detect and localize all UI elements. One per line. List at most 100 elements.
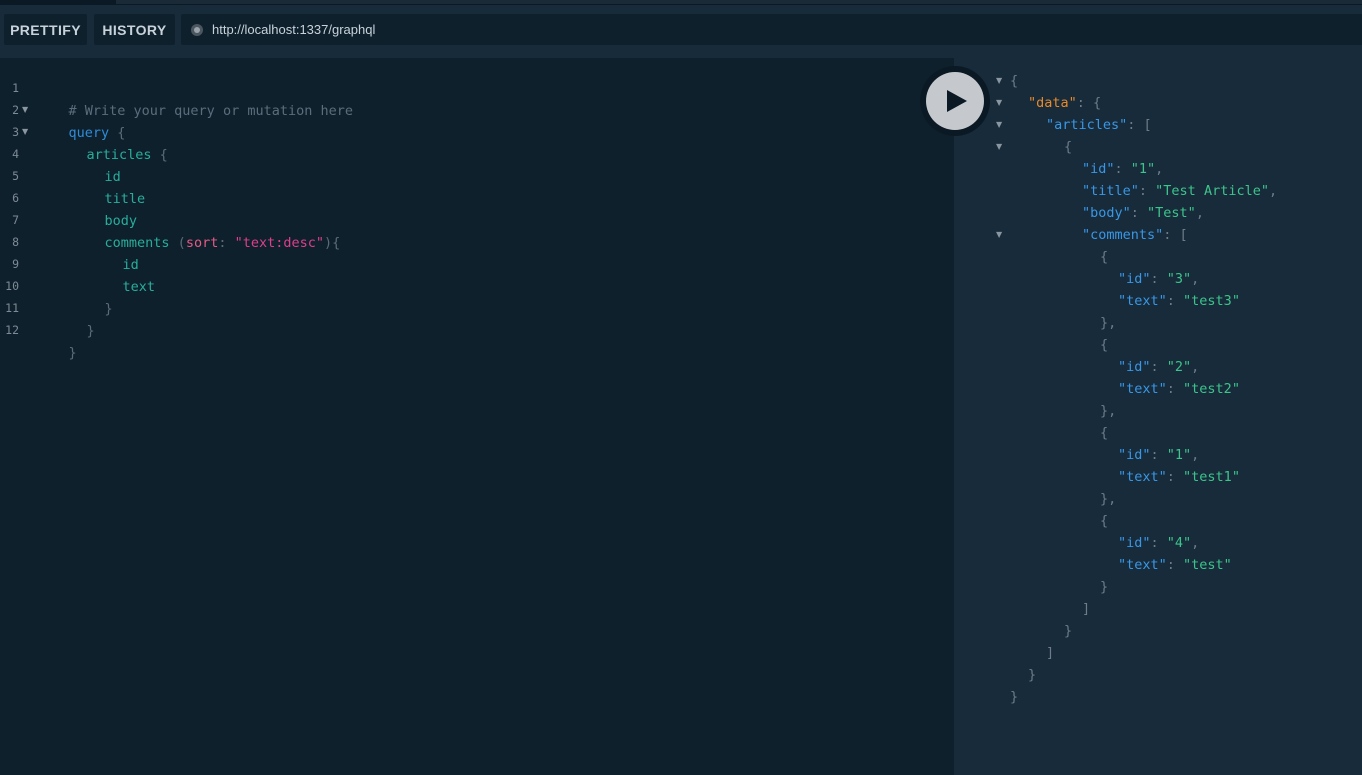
status-dot-icon [191,23,203,36]
json-line: } [1064,620,1072,642]
punctuation: : [218,235,235,251]
json-punct: }, [1100,491,1117,507]
fold-arrow-icon[interactable]: ▼ [996,136,1002,158]
json-punct: }, [1100,315,1117,331]
json-key: "id" [1082,161,1115,177]
json-line: "text": "test2" [1118,378,1240,400]
fold-arrow-icon[interactable]: ▼ [22,121,28,143]
code-line: articles { [54,122,168,163]
json-value: "test" [1183,557,1232,573]
line-number: 12 [5,323,19,337]
json-punct: : [ [1163,227,1188,243]
json-line: "id": "3", [1118,268,1199,290]
json-line: } [1010,686,1018,708]
code-line: comments (sort: "text:desc"){ [72,210,341,251]
code-line: text [90,254,156,295]
json-line: "id": "1", [1118,444,1199,466]
json-value: "1" [1130,161,1156,177]
json-line: "text": "test3" [1118,290,1240,312]
json-punct: , [1191,447,1200,463]
line-number: 8 [12,235,19,249]
json-line: } [1028,664,1036,686]
json-line: { [1100,334,1108,356]
json-key: "id" [1118,447,1151,463]
fold-arrow-icon[interactable]: ▼ [996,224,1002,246]
code-line: title [72,166,146,207]
json-line: } [1100,576,1108,598]
punctuation: { [151,147,168,163]
json-line: }, [1100,488,1116,510]
json-key: "comments" [1082,227,1164,243]
json-value: "Test Article" [1155,183,1269,199]
line-number: 6 [12,191,19,205]
code-line: } [36,320,77,361]
json-line: "id": "1", [1082,158,1163,180]
code-line: body [72,188,138,229]
json-punct: , [1155,161,1164,177]
history-button[interactable]: HISTORY [94,14,175,45]
json-value: "2" [1166,359,1192,375]
json-punct: , [1268,183,1278,199]
json-key: "text" [1118,557,1167,573]
json-punct: : [1114,161,1131,177]
json-key: "id" [1118,271,1151,287]
json-punct: { [1100,249,1109,265]
json-line: }, [1100,312,1116,334]
json-key: "data" [1028,95,1077,111]
json-punct: : [1166,469,1184,485]
json-punct: : [1138,183,1156,199]
json-punct: : [ [1127,117,1152,133]
prettify-button[interactable]: PRETTIFY [4,14,87,45]
line-number: 4 [12,147,19,161]
json-punct: }, [1100,403,1117,419]
json-key: "title" [1082,183,1139,199]
toolbar: PRETTIFY HISTORY http://localhost:1337/g… [0,5,1362,58]
code-line: query { [36,100,126,141]
fold-arrow-icon[interactable]: ▼ [996,70,1002,92]
punctuation: ( [169,235,186,251]
json-value: "test2" [1183,381,1240,397]
json-line: { [1100,246,1108,268]
fold-arrow-icon[interactable]: ▼ [996,92,1002,114]
code-line: # Write your query or mutation here [36,78,353,119]
json-key: "text" [1118,381,1167,397]
json-value: "test3" [1183,293,1240,309]
json-line: "articles": [ [1046,114,1152,136]
json-line: "id": "2", [1118,356,1199,378]
json-punct: ] [1046,645,1055,661]
result-pane: ▼ ▼ ▼ ▼ ▼ { "data": { "articles": [ { "i… [954,58,1362,775]
execute-query-button[interactable] [920,66,990,136]
field-name: text [122,279,156,295]
json-key: "id" [1118,359,1151,375]
json-punct: : [1150,447,1167,463]
json-punct: , [1195,205,1204,221]
json-value: "4" [1166,535,1192,551]
json-punct: : [1166,293,1184,309]
json-punct: : [1166,557,1184,573]
punctuation: ){ [324,235,341,251]
endpoint-url-input[interactable]: http://localhost:1337/graphql [181,14,1362,45]
json-line: "text": "test" [1118,554,1232,576]
query-editor[interactable]: 1 2 3 4 5 6 7 8 9 10 11 12 ▼ ▼ # Write y… [0,58,954,775]
line-number: 5 [12,169,19,183]
execute-button-face [926,72,984,130]
json-punct: } [1064,623,1073,639]
json-value: "3" [1166,271,1192,287]
json-punct: } [1028,667,1037,683]
json-value: "1" [1166,447,1192,463]
line-number: 10 [5,279,19,293]
json-value: "test1" [1183,469,1240,485]
json-punct: { [1100,337,1109,353]
json-punct: : [1150,535,1167,551]
json-punct: : [1150,359,1167,375]
json-line: { [1064,136,1072,158]
code-line: } [72,276,113,317]
fold-arrow-icon[interactable]: ▼ [22,99,28,121]
line-number: 3 [12,125,19,139]
fold-arrow-icon[interactable]: ▼ [996,114,1002,136]
json-line: ] [1046,642,1054,664]
json-line: "body": "Test", [1082,202,1204,224]
json-punct: ] [1082,601,1091,617]
json-punct: : [1166,381,1184,397]
json-key: "id" [1118,535,1151,551]
